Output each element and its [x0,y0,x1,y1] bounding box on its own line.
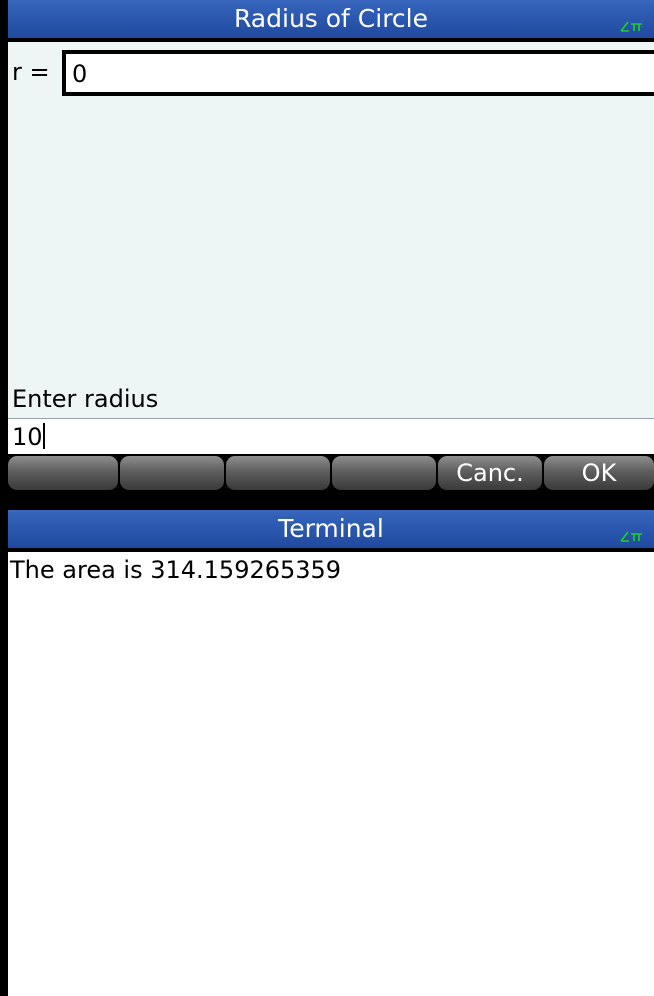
edit-line[interactable]: 10 [8,418,654,454]
text-cursor [42,423,45,449]
input-form-screen: Radius of Circle r = 0 Enter radius 10 C… [8,0,654,492]
softkey-menu: Canc. OK [8,454,654,492]
radius-field-value: 0 [72,60,88,88]
edit-line-value: 10 [12,423,43,451]
softkey-4[interactable] [332,456,436,490]
radius-field-label: r = [12,58,50,86]
edit-line-text: 10 [12,421,45,453]
angle-radian-icon [620,21,642,32]
softkey-3[interactable] [226,456,330,490]
input-form-title: Radius of Circle [233,4,429,33]
ok-button[interactable]: OK [544,456,654,490]
terminal-screen: Terminal The area is 314.159265359 [8,510,654,996]
softkey-2[interactable] [120,456,224,490]
field-help-text: Enter radius [12,385,159,413]
terminal-titlebar: Terminal [8,510,654,552]
angle-radian-icon [620,531,642,542]
terminal-title: Terminal [278,514,384,543]
softkey-1[interactable] [8,456,118,490]
terminal-output-line: The area is 314.159265359 [10,556,342,584]
input-form-titlebar: Radius of Circle [8,0,654,42]
radius-field[interactable]: 0 [62,50,654,96]
cancel-button[interactable]: Canc. [438,456,542,490]
